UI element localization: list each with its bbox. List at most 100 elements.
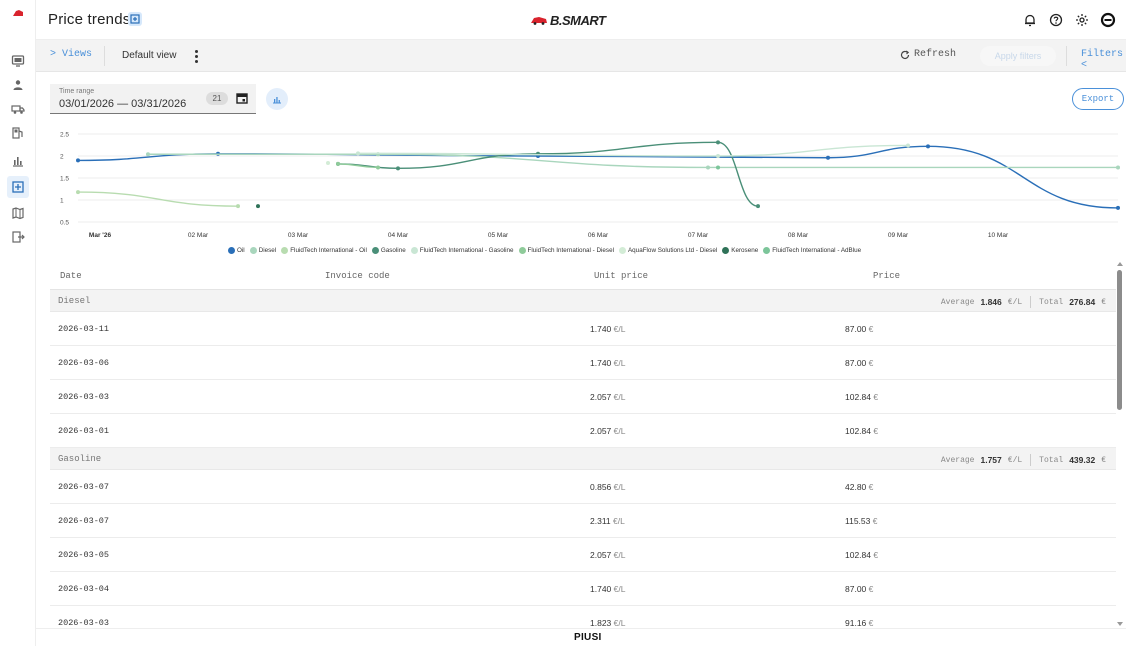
divider (1030, 296, 1032, 308)
sidebar-item-price-trends[interactable] (7, 176, 29, 198)
legend-label: Diesel (258, 246, 277, 254)
sidebar-item-users[interactable] (7, 74, 29, 96)
sidebar (0, 0, 36, 646)
group-row[interactable]: Gasoline Average 1.757 €/L Total 439.32 € (50, 448, 1116, 470)
top-header: Price trends B.SMART (36, 0, 1126, 40)
unit-price-unit: €/L (613, 618, 626, 628)
brand-name: B.SMART (550, 12, 606, 28)
table-row[interactable]: 2026-03-05 2.057 €/L 102.84 € (50, 538, 1116, 572)
data-point (716, 154, 720, 158)
scroll-up-icon[interactable] (1117, 262, 1123, 266)
price-unit: € (868, 584, 874, 594)
column-header-date[interactable]: Date (60, 271, 82, 281)
table-body: Diesel Average 1.846 €/L Total 276.84 € 2026-03… (50, 290, 1116, 628)
x-tick-label: 04 Mar (388, 232, 409, 239)
notifications-icon[interactable] (1022, 12, 1038, 28)
unit-price-unit: €/L (613, 392, 626, 402)
time-range-field[interactable]: Time range 03/01/2026 — 03/31/2026 21 (50, 84, 256, 114)
price-value: 102.84 (845, 426, 871, 436)
cell-price: 87.00 € (845, 584, 873, 594)
legend-item[interactable]: FluidTech International - Diesel (518, 246, 614, 254)
legend-item[interactable]: Kerosene (722, 246, 758, 254)
account-icon[interactable] (1100, 12, 1116, 28)
group-row[interactable]: Diesel Average 1.846 €/L Total 276.84 € (50, 290, 1116, 312)
legend-item[interactable]: Oil (228, 246, 245, 254)
sidebar-item-logout[interactable] (7, 226, 29, 248)
footer-logo: PIUSI (574, 632, 602, 643)
data-point (756, 204, 760, 209)
data-point (256, 204, 260, 209)
settings-gear-icon[interactable] (1074, 12, 1090, 28)
legend-item[interactable]: FluidTech International - Gasoline (410, 246, 514, 254)
export-button[interactable]: Export (1072, 88, 1124, 110)
sidebar-item-reports[interactable] (7, 150, 29, 172)
total-label: Total (1039, 455, 1064, 465)
bar-chart-icon (13, 157, 23, 167)
average-label: Average (940, 455, 975, 465)
group-summary: Average 1.757 €/L Total 439.32 € (941, 454, 1106, 466)
monitor-icon (11, 55, 25, 67)
sidebar-item-fuel-stations[interactable] (7, 122, 29, 144)
unit-price-unit: €/L (613, 516, 625, 526)
unit-price-unit: €/L (613, 324, 626, 334)
legend-item[interactable]: Gasoline (371, 246, 406, 254)
time-range-value[interactable]: 03/01/2026 — 03/31/2026 (59, 98, 186, 110)
group-name: Diesel (58, 296, 91, 306)
views-toggle-button[interactable]: > Views (50, 49, 92, 60)
table-row[interactable]: 2026-03-03 1.823 €/L 91.16 € (50, 606, 1116, 628)
scrollbar-thumb[interactable] (1117, 270, 1122, 410)
refresh-button[interactable]: Refresh (900, 49, 956, 60)
legend-swatch (618, 246, 626, 254)
unit-price-unit: €/L (613, 584, 626, 594)
sidebar-item-map[interactable] (7, 202, 29, 224)
column-header-invoice-code[interactable]: Invoice code (325, 271, 390, 281)
unit-price-value: 1.823 (590, 618, 612, 628)
legend-item[interactable]: FluidTech International - Oil (281, 246, 367, 254)
legend-item[interactable]: Diesel (249, 246, 277, 254)
table-row[interactable]: 2026-03-06 1.740 €/L 87.00 € (50, 346, 1116, 380)
cell-unit-price: 2.057 €/L (590, 426, 625, 436)
column-header-price[interactable]: Price (873, 271, 900, 281)
unit-price-value: 1.740 (590, 324, 612, 334)
legend-item[interactable]: AquaFlow Solutions Ltd - Diesel (618, 246, 717, 254)
table-row[interactable]: 2026-03-01 2.057 €/L 102.84 € (50, 414, 1116, 448)
table-row[interactable]: 2026-03-03 2.057 €/L 102.84 € (50, 380, 1116, 414)
unit-price-value: 1.740 (590, 358, 612, 368)
x-tick-label: Mar '26 (89, 232, 112, 239)
cell-date: 2026-03-01 (58, 426, 110, 436)
unit-price-value: 1.740 (590, 584, 612, 594)
column-header-unit-price[interactable]: Unit price (594, 271, 648, 281)
total-value: 439.32 (1069, 455, 1096, 465)
table-scrollbar[interactable] (1116, 262, 1124, 628)
app-logo-icon[interactable] (12, 9, 24, 17)
average-value: 1.757 (980, 455, 1002, 465)
data-point (1116, 205, 1120, 210)
chart-legend: Oil Diesel FluidTech International - Oil Ga… (228, 244, 861, 256)
price-unit: € (873, 392, 879, 402)
calendar-icon[interactable] (236, 92, 248, 104)
table-row[interactable]: 2026-03-07 2.311 €/L 115.53 € (50, 504, 1116, 538)
legend-item[interactable]: FluidTech International - AdBlue (763, 246, 861, 254)
default-view-selector[interactable]: Default view (122, 50, 176, 61)
divider (1030, 454, 1032, 466)
more-options-icon[interactable] (190, 48, 202, 64)
legend-swatch (763, 246, 771, 254)
scroll-down-icon[interactable] (1117, 622, 1123, 626)
table-header: Date Invoice code Unit price Price (50, 262, 1116, 290)
chart-toggle-button[interactable] (266, 88, 288, 110)
unit-price-value: 2.057 (590, 550, 612, 560)
filters-toggle-button[interactable]: Filters < (1081, 49, 1126, 71)
price-value: 102.84 (845, 392, 871, 402)
table-row[interactable]: 2026-03-11 1.740 €/L 87.00 € (50, 312, 1116, 346)
table-row[interactable]: 2026-03-07 0.856 €/L 42.80 € (50, 470, 1116, 504)
unit-price-unit: €/L (613, 550, 626, 560)
sidebar-item-dashboard[interactable] (7, 50, 29, 72)
sidebar-item-vehicles[interactable] (7, 98, 29, 120)
table-row[interactable]: 2026-03-04 1.740 €/L 87.00 € (50, 572, 1116, 606)
cell-unit-price: 1.740 €/L (590, 324, 625, 334)
price-unit: € (872, 516, 878, 526)
apply-filters-button[interactable]: Apply filters (980, 46, 1056, 66)
price-value: 87.00 (845, 324, 867, 334)
app-root: Price trends B.SMART > Views Default vie… (0, 0, 1126, 646)
help-icon[interactable] (1048, 12, 1064, 28)
